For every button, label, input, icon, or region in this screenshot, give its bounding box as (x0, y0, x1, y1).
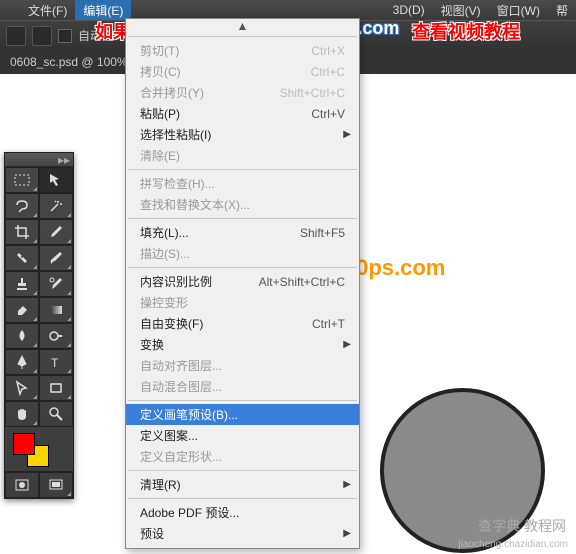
menu-define-brush[interactable]: 定义画笔预设(B)... (126, 404, 359, 425)
gradient-tool[interactable] (39, 297, 73, 323)
menu-copy-merged[interactable]: 合并拷贝(Y)Shift+Ctrl+C (126, 82, 359, 103)
eraser-tool[interactable] (5, 297, 39, 323)
watermark-main: 查字典 教程网 (478, 516, 566, 536)
menu-autoalign[interactable]: 自动对齐图层... (126, 355, 359, 376)
menu-clear[interactable]: 清除(E) (126, 145, 359, 166)
svg-text:T: T (51, 356, 59, 370)
path-select-tool[interactable] (5, 375, 39, 401)
heal-tool[interactable] (5, 245, 39, 271)
menu-pdf-presets[interactable]: Adobe PDF 预设... (126, 502, 359, 523)
stamp-tool[interactable] (5, 271, 39, 297)
dodge-tool[interactable] (39, 323, 73, 349)
history-brush-tool[interactable] (39, 271, 73, 297)
shape-tool[interactable] (39, 375, 73, 401)
color-swatches[interactable] (5, 427, 73, 471)
menu-edit[interactable]: 编辑(E) (75, 0, 131, 20)
document-title: 0608_sc.psd @ 100% ( (10, 55, 135, 69)
autoselect-checkbox[interactable] (58, 29, 72, 43)
screenmode-toggle[interactable] (39, 472, 73, 498)
menu-define-shape[interactable]: 定义自定形状... (126, 446, 359, 467)
menu-3d[interactable]: 3D(D) (385, 0, 433, 20)
menu-help[interactable]: 帮 (548, 0, 576, 20)
foreground-swatch[interactable] (13, 433, 35, 455)
tool-preset-icon[interactable] (32, 26, 52, 46)
menu-freetransform[interactable]: 自由变换(F)Ctrl+T (126, 313, 359, 334)
menu-stroke[interactable]: 描边(S)... (126, 243, 359, 264)
tools-header[interactable]: ▸▸ (5, 153, 73, 167)
menu-contentaware[interactable]: 内容识别比例Alt+Shift+Ctrl+C (126, 271, 359, 292)
zoom-tool[interactable] (39, 401, 73, 427)
type-tool[interactable]: T (39, 349, 73, 375)
tools-panel: ▸▸ T (4, 152, 74, 499)
menu-puppet[interactable]: 操控变形 (126, 292, 359, 313)
menu-purge[interactable]: 清理(R)▶ (126, 474, 359, 495)
menu-fill[interactable]: 填充(L)...Shift+F5 (126, 222, 359, 243)
menu-presets[interactable]: 预设▶ (126, 523, 359, 544)
edit-menu-dropdown: ▲ 剪切(T)Ctrl+X 拷贝(C)Ctrl+C 合并拷贝(Y)Shift+C… (125, 18, 360, 549)
brush-tool[interactable] (39, 245, 73, 271)
menu-paste[interactable]: 粘贴(P)Ctrl+V (126, 103, 359, 124)
menu-copy[interactable]: 拷贝(C)Ctrl+C (126, 61, 359, 82)
menu-view[interactable]: 视图(V) (433, 0, 489, 20)
hand-tool[interactable] (5, 401, 39, 427)
menu-cut[interactable]: 剪切(T)Ctrl+X (126, 40, 359, 61)
ps-logo-icon (6, 26, 26, 46)
blur-tool[interactable] (5, 323, 39, 349)
menu-define-pattern[interactable]: 定义图案... (126, 425, 359, 446)
menubar: 文件(F) 编辑(E) 3D(D) 视图(V) 窗口(W) 帮 (0, 0, 576, 20)
overlay-video: 查看视频教程 (412, 18, 520, 44)
menu-spellcheck[interactable]: 拼写检查(H)... (126, 173, 359, 194)
move-tool[interactable] (39, 167, 73, 193)
eyedropper-tool[interactable] (39, 219, 73, 245)
quickmask-toggle[interactable] (5, 472, 39, 498)
menu-transform[interactable]: 变换▶ (126, 334, 359, 355)
menu-autoblend[interactable]: 自动混合图层... (126, 376, 359, 397)
menu-findreplace[interactable]: 查找和替换文本(X)... (126, 194, 359, 215)
menu-window[interactable]: 窗口(W) (489, 0, 548, 20)
menu-file[interactable]: 文件(F) (20, 0, 75, 20)
pen-tool[interactable] (5, 349, 39, 375)
menu-paste-special[interactable]: 选择性粘贴(I)▶ (126, 124, 359, 145)
watermark-url: jiaocheng.chazidian.com (458, 539, 568, 550)
scroll-up-icon[interactable]: ▲ (126, 19, 359, 33)
lasso-tool[interactable] (5, 193, 39, 219)
marquee-tool[interactable] (5, 167, 39, 193)
wand-tool[interactable] (39, 193, 73, 219)
crop-tool[interactable] (5, 219, 39, 245)
